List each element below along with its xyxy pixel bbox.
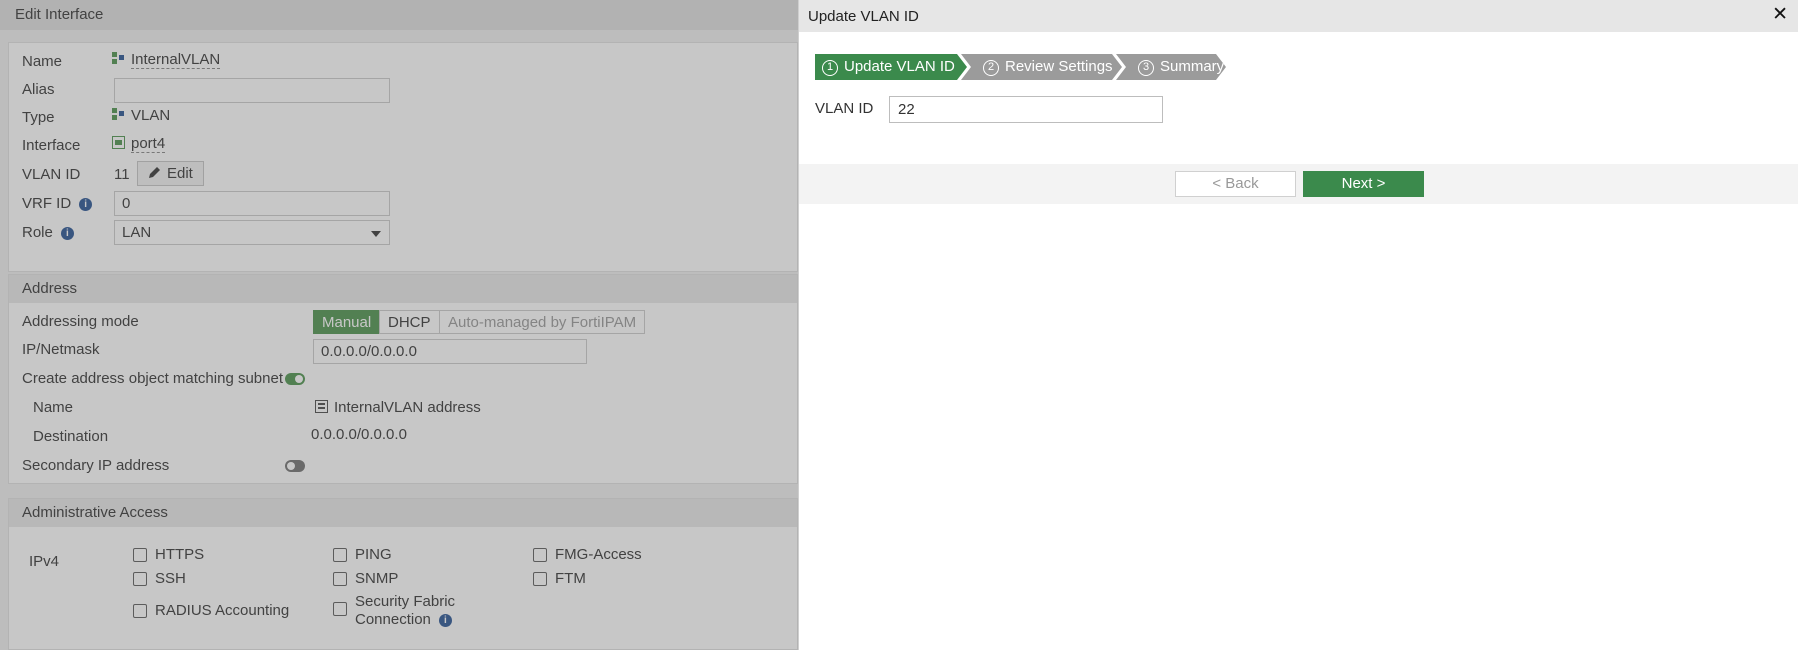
edit-interface-panel: Edit Interface Name InternalVLAN Alias T… bbox=[0, 0, 798, 650]
update-vlan-dialog: Update VLAN ID ✕ 1 Update VLAN ID 2 Review… bbox=[798, 0, 1798, 650]
dialog-header: Update VLAN ID ✕ bbox=[799, 0, 1798, 32]
dialog-footer: < Back Next > bbox=[799, 164, 1798, 204]
step-summary: 3 Summary bbox=[1116, 54, 1226, 80]
dialog-title: Update VLAN ID bbox=[808, 8, 919, 25]
vlan-id-label: VLAN ID bbox=[815, 100, 874, 117]
vlan-id-input[interactable] bbox=[889, 96, 1163, 123]
step-review-settings: 2 Review Settings bbox=[961, 54, 1122, 80]
back-button[interactable]: < Back bbox=[1175, 171, 1296, 197]
modal-backdrop[interactable] bbox=[0, 0, 798, 650]
close-icon[interactable]: ✕ bbox=[1772, 5, 1788, 25]
next-button[interactable]: Next > bbox=[1303, 171, 1424, 197]
step-update-vlan-id: 1 Update VLAN ID bbox=[815, 54, 967, 80]
